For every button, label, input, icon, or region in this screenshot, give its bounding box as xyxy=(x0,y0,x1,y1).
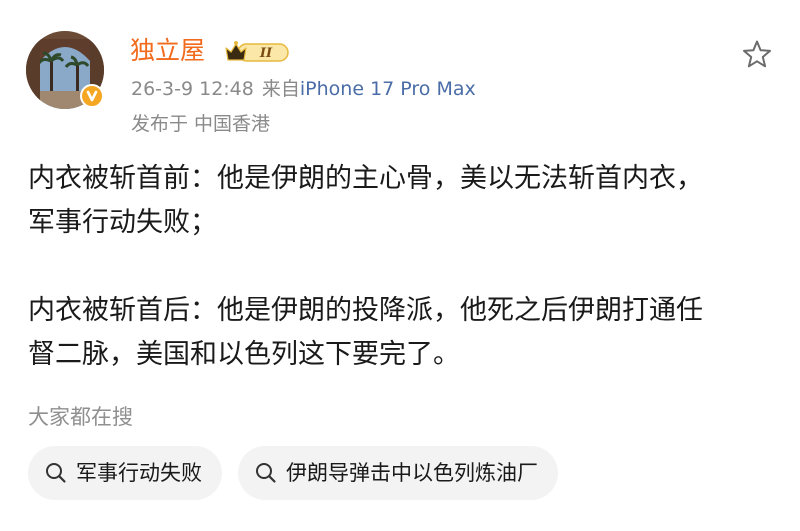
post-location: 发布于 中国香港 xyxy=(131,113,271,135)
search-chip[interactable]: 军事行动失败 xyxy=(28,446,222,500)
post-text-line: 军事行动失败； xyxy=(28,207,217,238)
post-content: 内衣被斩首前：他是伊朗的主心骨，美以无法斩首内衣， 军事行动失败； 内衣被斩首后… xyxy=(28,157,778,377)
favorite-button[interactable] xyxy=(740,38,774,72)
search-icon xyxy=(254,461,278,485)
author-name[interactable]: 独立屋 xyxy=(130,34,205,68)
post-text-line: 内衣被斩首后：他是伊朗的投降派，他死之后伊朗打通任 xyxy=(28,295,703,326)
post-text-line: 内衣被斩首前：他是伊朗的主心骨，美以无法斩首内衣， xyxy=(28,163,703,194)
timestamp: 26-3-9 12:48 xyxy=(131,78,254,100)
rank-badge-text: II xyxy=(259,46,273,61)
post-meta: 26-3-9 12:48 来自iPhone 17 Pro Max xyxy=(131,76,476,102)
search-chip-label: 军事行动失败 xyxy=(76,461,202,485)
verified-badge-icon xyxy=(80,84,104,108)
search-chip[interactable]: 伊朗导弹击中以色列炼油厂 xyxy=(238,446,558,500)
search-chip-label: 伊朗导弹击中以色列炼油厂 xyxy=(286,461,538,485)
post-header: 独立屋 II 26-3-9 12:48 来自iPhone 17 Pro Max 发… xyxy=(0,0,800,150)
rank-badge-icon[interactable]: II xyxy=(220,37,292,67)
device-link[interactable]: iPhone 17 Pro Max xyxy=(300,78,476,100)
related-search-heading: 大家都在搜 xyxy=(28,405,133,429)
post-text-line: 督二脉，美国和以色列这下要完了。 xyxy=(28,339,460,370)
related-search-chips: 军事行动失败 伊朗导弹击中以色列炼油厂 xyxy=(28,446,558,500)
search-icon xyxy=(44,461,68,485)
source-prefix: 来自 xyxy=(261,78,300,100)
star-icon xyxy=(743,40,771,68)
